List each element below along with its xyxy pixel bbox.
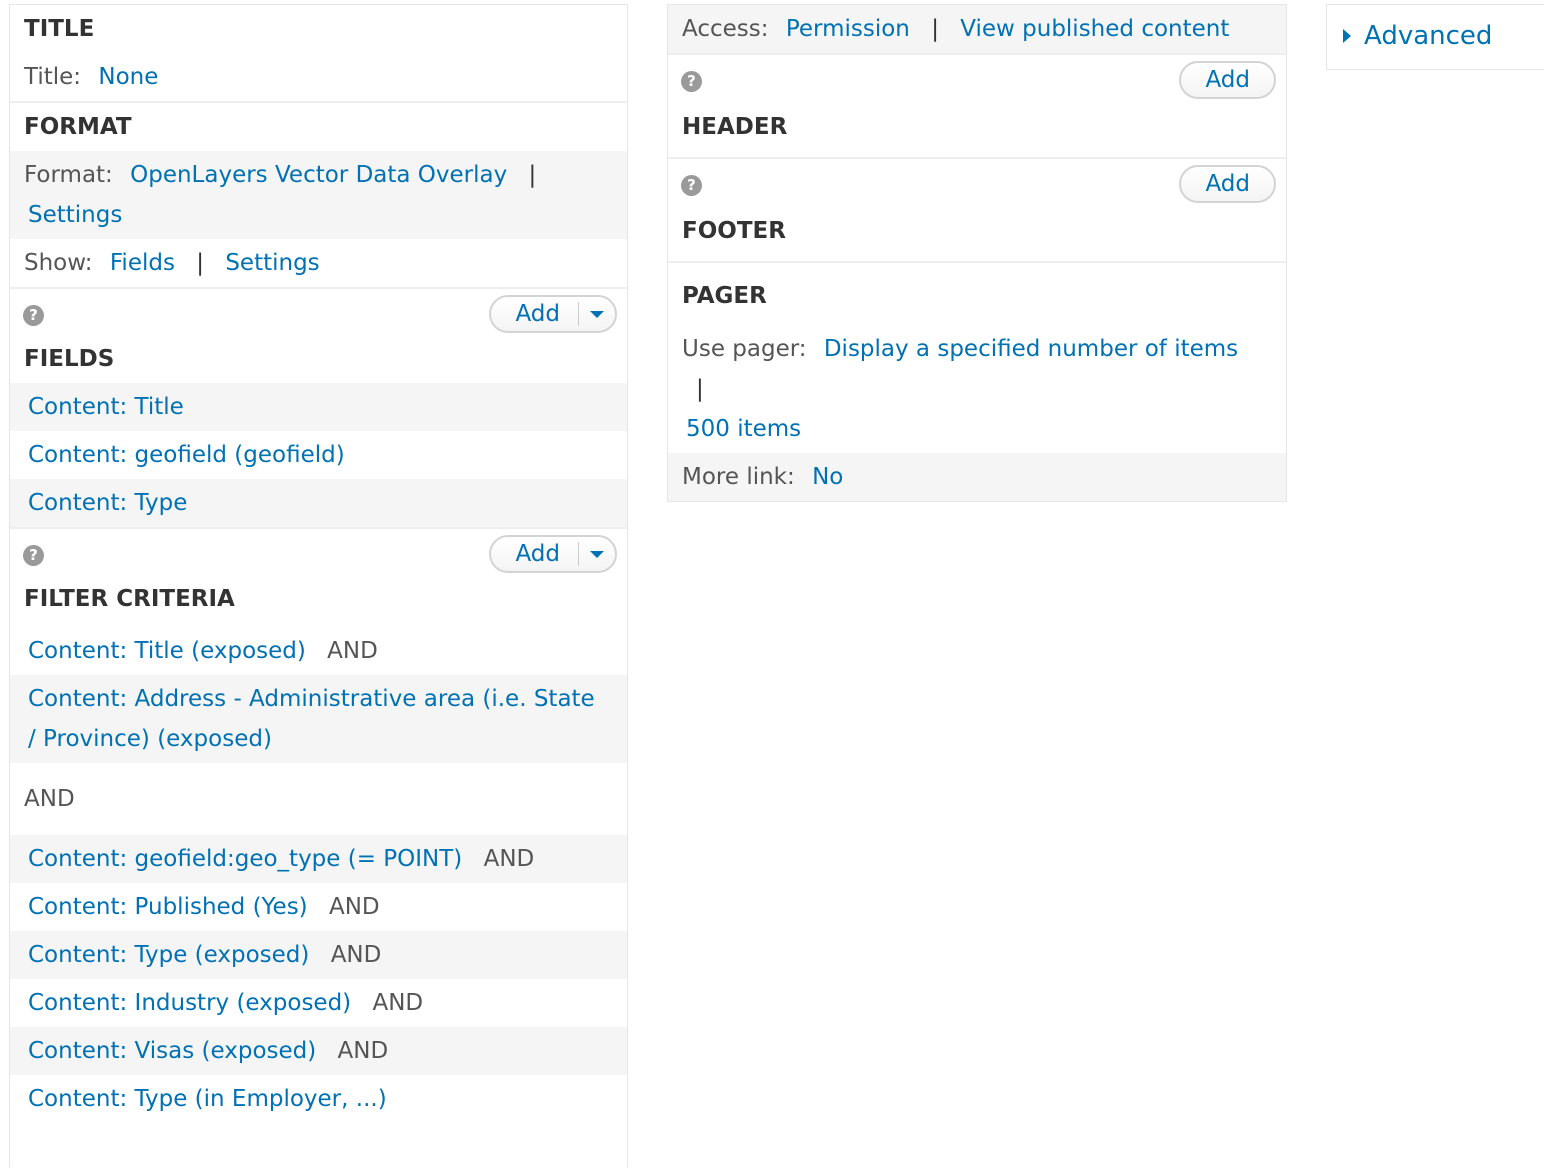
title-value-link[interactable]: None <box>98 64 158 90</box>
filter-operator: AND <box>328 894 380 920</box>
list-item[interactable]: Content: Title <box>10 383 627 431</box>
title-label: Title: <box>24 64 82 90</box>
fields-heading: FIELDS <box>24 346 115 372</box>
footer-heading: FOOTER <box>682 218 786 244</box>
filter-link[interactable]: Content: Type (exposed) <box>24 942 309 968</box>
use-pager-label: Use pager: <box>682 336 807 362</box>
list-item[interactable]: Content: Type <box>10 479 627 527</box>
field-link[interactable]: Content: Type <box>24 490 187 516</box>
access-permission-link[interactable]: Permission <box>786 16 910 42</box>
list-item[interactable]: Content: Address - Administrative area (… <box>10 675 627 763</box>
fields-add-button[interactable]: Add <box>489 295 617 333</box>
chevron-down-icon[interactable] <box>579 310 615 318</box>
filter-link[interactable]: Content: Type (in Employer, ...) <box>24 1086 387 1112</box>
title-heading: TITLE <box>24 16 95 42</box>
use-pager-separator: | <box>696 376 704 402</box>
filter-link[interactable]: Content: Industry (exposed) <box>24 990 351 1016</box>
pager-section: PAGER Use pager: Display a specified num… <box>668 263 1286 501</box>
list-item[interactable]: Content: Title (exposed) AND <box>10 627 627 675</box>
advanced-toggle[interactable]: Advanced <box>1343 21 1492 51</box>
header-add-button[interactable]: Add <box>1179 61 1276 99</box>
field-link[interactable]: Content: Title <box>24 394 184 420</box>
title-row: Title: None <box>10 53 627 101</box>
list-item[interactable]: Content: Visas (exposed) AND <box>10 1027 627 1075</box>
list-item[interactable]: Content: Type (exposed) AND <box>10 931 627 979</box>
footer-add-label[interactable]: Add <box>1181 171 1274 197</box>
more-link-label: More link: <box>682 464 795 490</box>
list-item[interactable]: Content: geofield:geo_type (= POINT) AND <box>10 835 627 883</box>
header-add-label[interactable]: Add <box>1181 67 1274 93</box>
format-section: FORMAT Format: OpenLayers Vector Data Ov… <box>10 103 627 289</box>
format-separator: | <box>528 162 537 188</box>
filter-operator: AND <box>327 638 378 664</box>
title-section: TITLE Title: None <box>10 5 627 103</box>
chevron-right-icon[interactable] <box>1343 29 1351 43</box>
fields-add-label[interactable]: Add <box>491 302 579 326</box>
filter-link[interactable]: Content: geofield:geo_type (= POINT) <box>24 846 462 872</box>
filter-group-operator-row: AND <box>10 763 627 835</box>
filter-toolbar: ? Add <box>10 529 627 575</box>
filter-group-operator: AND <box>24 786 75 812</box>
format-settings-link[interactable]: Settings <box>28 202 122 228</box>
pager-heading: PAGER <box>682 283 767 309</box>
right-column: Advanced <box>1326 4 1544 70</box>
filter-operator: AND <box>372 990 424 1016</box>
use-pager-row: Use pager: Display a specified number of… <box>668 325 1286 453</box>
chevron-down-icon[interactable] <box>579 550 615 558</box>
fields-toolbar: ? Add <box>10 289 627 335</box>
show-row: Show: Fields | Settings <box>10 239 627 287</box>
filter-section: ? Add FILTER CRITERIA Content: Title (ex… <box>10 529 627 1123</box>
pager-items-link[interactable]: 500 items <box>686 416 801 442</box>
footer-section: ? Add FOOTER <box>668 159 1286 263</box>
fields-section: ? Add FIELDS Content: Title Content: geo… <box>10 289 627 529</box>
format-label: Format: <box>24 162 113 188</box>
header-heading: HEADER <box>682 114 788 140</box>
filter-operator: AND <box>483 846 535 872</box>
filter-link[interactable]: Content: Published (Yes) <box>24 894 308 920</box>
format-row: Format: OpenLayers Vector Data Overlay |… <box>10 151 627 239</box>
use-pager-value-link[interactable]: Display a specified number of items <box>824 336 1238 362</box>
filter-link[interactable]: Content: Title (exposed) <box>24 638 306 664</box>
filter-link[interactable]: Content: Address - Administrative area (… <box>24 679 607 759</box>
help-icon[interactable]: ? <box>681 175 702 196</box>
middle-column: Access: Permission | View published cont… <box>667 4 1287 502</box>
filter-operator: AND <box>330 942 382 968</box>
access-separator: | <box>931 16 939 42</box>
show-fields-link[interactable]: Fields <box>110 250 175 276</box>
footer-add-button[interactable]: Add <box>1179 165 1276 203</box>
footer-toolbar: ? Add <box>668 159 1286 205</box>
filter-heading: FILTER CRITERIA <box>24 586 235 612</box>
show-label: Show: <box>24 250 93 276</box>
left-column: TITLE Title: None FORMAT Format: OpenLay… <box>9 4 628 1167</box>
show-separator: | <box>196 250 205 276</box>
field-link[interactable]: Content: geofield (geofield) <box>24 442 345 468</box>
more-link-value-link[interactable]: No <box>812 464 843 490</box>
list-item[interactable]: Content: Industry (exposed) AND <box>10 979 627 1027</box>
help-icon[interactable]: ? <box>23 305 44 326</box>
filter-add-button[interactable]: Add <box>489 535 617 573</box>
format-value-link[interactable]: OpenLayers Vector Data Overlay <box>130 162 507 188</box>
header-section: ? Add HEADER <box>668 55 1286 159</box>
access-value-link[interactable]: View published content <box>960 16 1229 42</box>
help-icon[interactable]: ? <box>23 545 44 566</box>
filter-link[interactable]: Content: Visas (exposed) <box>24 1038 316 1064</box>
format-heading: FORMAT <box>24 114 132 140</box>
advanced-label[interactable]: Advanced <box>1364 21 1492 51</box>
filter-add-label[interactable]: Add <box>491 542 579 566</box>
list-item[interactable]: Content: geofield (geofield) <box>10 431 627 479</box>
access-row: Access: Permission | View published cont… <box>668 5 1286 55</box>
access-label: Access: <box>682 16 769 42</box>
list-item[interactable]: Content: Published (Yes) AND <box>10 883 627 931</box>
filter-operator: AND <box>337 1038 389 1064</box>
more-link-row: More link: No <box>668 453 1286 501</box>
show-settings-link[interactable]: Settings <box>225 250 319 276</box>
header-toolbar: ? Add <box>668 55 1286 101</box>
list-item[interactable]: Content: Type (in Employer, ...) <box>10 1075 627 1123</box>
help-icon[interactable]: ? <box>681 71 702 92</box>
